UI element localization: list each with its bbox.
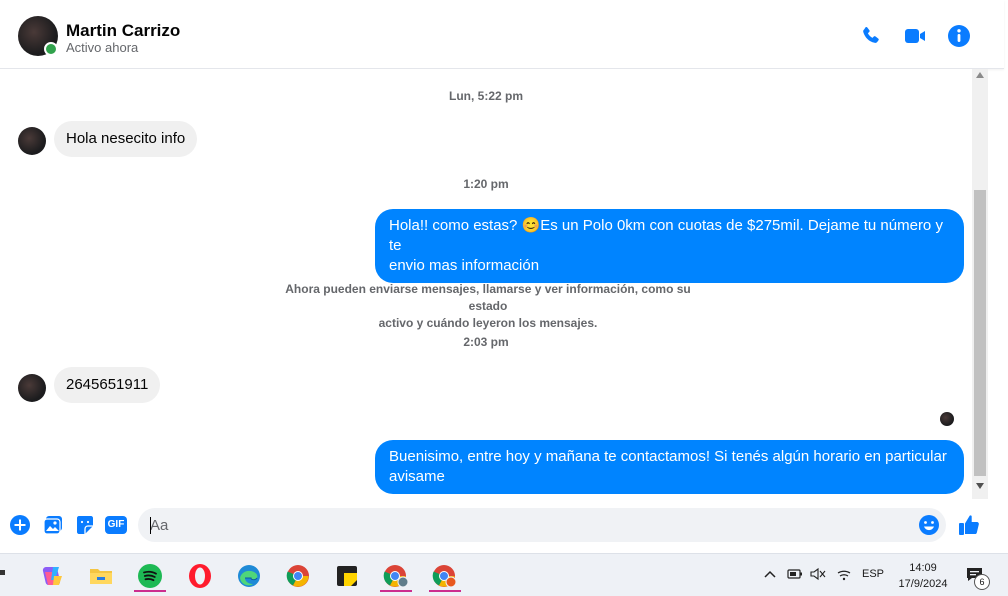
- system-clock[interactable]: 14:09 17/9/2024: [893, 560, 953, 592]
- windows-taskbar: ESP 14:09 17/9/2024 6: [0, 553, 1008, 596]
- active-app-indicator: [134, 590, 166, 592]
- battery-icon[interactable]: [787, 568, 803, 580]
- file-explorer-icon[interactable]: [81, 560, 121, 592]
- incoming-message[interactable]: 2645651911: [54, 367, 161, 403]
- clock-date: 17/9/2024: [898, 578, 948, 590]
- scroll-up-arrow-icon[interactable]: [976, 72, 984, 78]
- widgets-icon[interactable]: [0, 560, 10, 592]
- sticky-notes-icon[interactable]: [327, 560, 367, 592]
- opera-icon[interactable]: [180, 560, 220, 592]
- message-line: Hola!! como estas? 😊Es un Polo 0km con c…: [389, 217, 943, 254]
- clock-time: 14:09: [909, 562, 937, 574]
- message-line: Buenisimo, entre hoy y mañana te contact…: [389, 448, 947, 465]
- chrome-profile-2-icon[interactable]: [425, 560, 465, 592]
- wifi-icon[interactable]: [836, 567, 852, 581]
- spotify-icon[interactable]: [130, 560, 170, 592]
- message-thread[interactable]: Lun, 5:22 pm Hola nesecito info 1:20 pm …: [0, 69, 972, 499]
- timestamp: 2:03 pm: [463, 335, 509, 349]
- seen-indicator-avatar: [940, 412, 954, 426]
- copilot-icon[interactable]: [32, 560, 72, 592]
- contact-avatar-small[interactable]: [18, 374, 46, 402]
- active-app-indicator: [429, 590, 461, 592]
- contact-avatar-small[interactable]: [18, 127, 46, 155]
- outgoing-message[interactable]: Buenisimo, entre hoy y mañana te contact…: [375, 440, 964, 494]
- text-cursor: [150, 517, 151, 534]
- chrome-icon[interactable]: [278, 560, 318, 592]
- message-composer: GIF: [0, 500, 1008, 552]
- scroll-down-arrow-icon[interactable]: [976, 483, 984, 489]
- conversation-header: Martin Carrizo Activo ahora: [0, 0, 1004, 69]
- photo-icon[interactable]: [42, 514, 64, 536]
- online-status-dot: [44, 42, 58, 56]
- sticker-icon[interactable]: [74, 514, 96, 536]
- speaker-muted-icon[interactable]: [810, 567, 826, 581]
- emoji-icon[interactable]: [918, 514, 940, 536]
- input-language[interactable]: ESP: [862, 568, 884, 580]
- system-message: Ahora pueden enviarse mensajes, llamarse…: [270, 281, 706, 332]
- info-icon[interactable]: [947, 24, 971, 48]
- timestamp: Lun, 5:22 pm: [448, 89, 523, 103]
- system-message-line: activo y cuándo leyeron los mensajes.: [378, 316, 598, 330]
- video-camera-icon[interactable]: [903, 24, 927, 48]
- gif-icon[interactable]: GIF: [105, 516, 127, 534]
- timestamp: 1:20 pm: [463, 177, 509, 191]
- outgoing-message[interactable]: Hola!! como estas? 😊Es un Polo 0km con c…: [375, 209, 964, 283]
- plus-icon[interactable]: [9, 514, 31, 536]
- thumbs-up-icon[interactable]: [957, 513, 981, 537]
- message-input[interactable]: [138, 508, 946, 542]
- notification-count-badge: 6: [974, 574, 990, 590]
- chevron-up-icon[interactable]: [764, 569, 776, 579]
- message-line: avisame: [389, 468, 445, 485]
- message-line: envio mas información: [389, 257, 540, 274]
- active-app-indicator: [380, 590, 412, 592]
- edge-icon[interactable]: [229, 560, 269, 592]
- contact-status: Activo ahora: [66, 40, 139, 55]
- chrome-profile-icon[interactable]: [376, 560, 416, 592]
- contact-name[interactable]: Martin Carrizo: [66, 21, 180, 41]
- scrollbar-thumb[interactable]: [974, 190, 986, 476]
- system-message-line: Ahora pueden enviarse mensajes, llamarse…: [285, 282, 691, 313]
- phone-icon[interactable]: [859, 24, 883, 48]
- incoming-message[interactable]: Hola nesecito info: [54, 121, 198, 157]
